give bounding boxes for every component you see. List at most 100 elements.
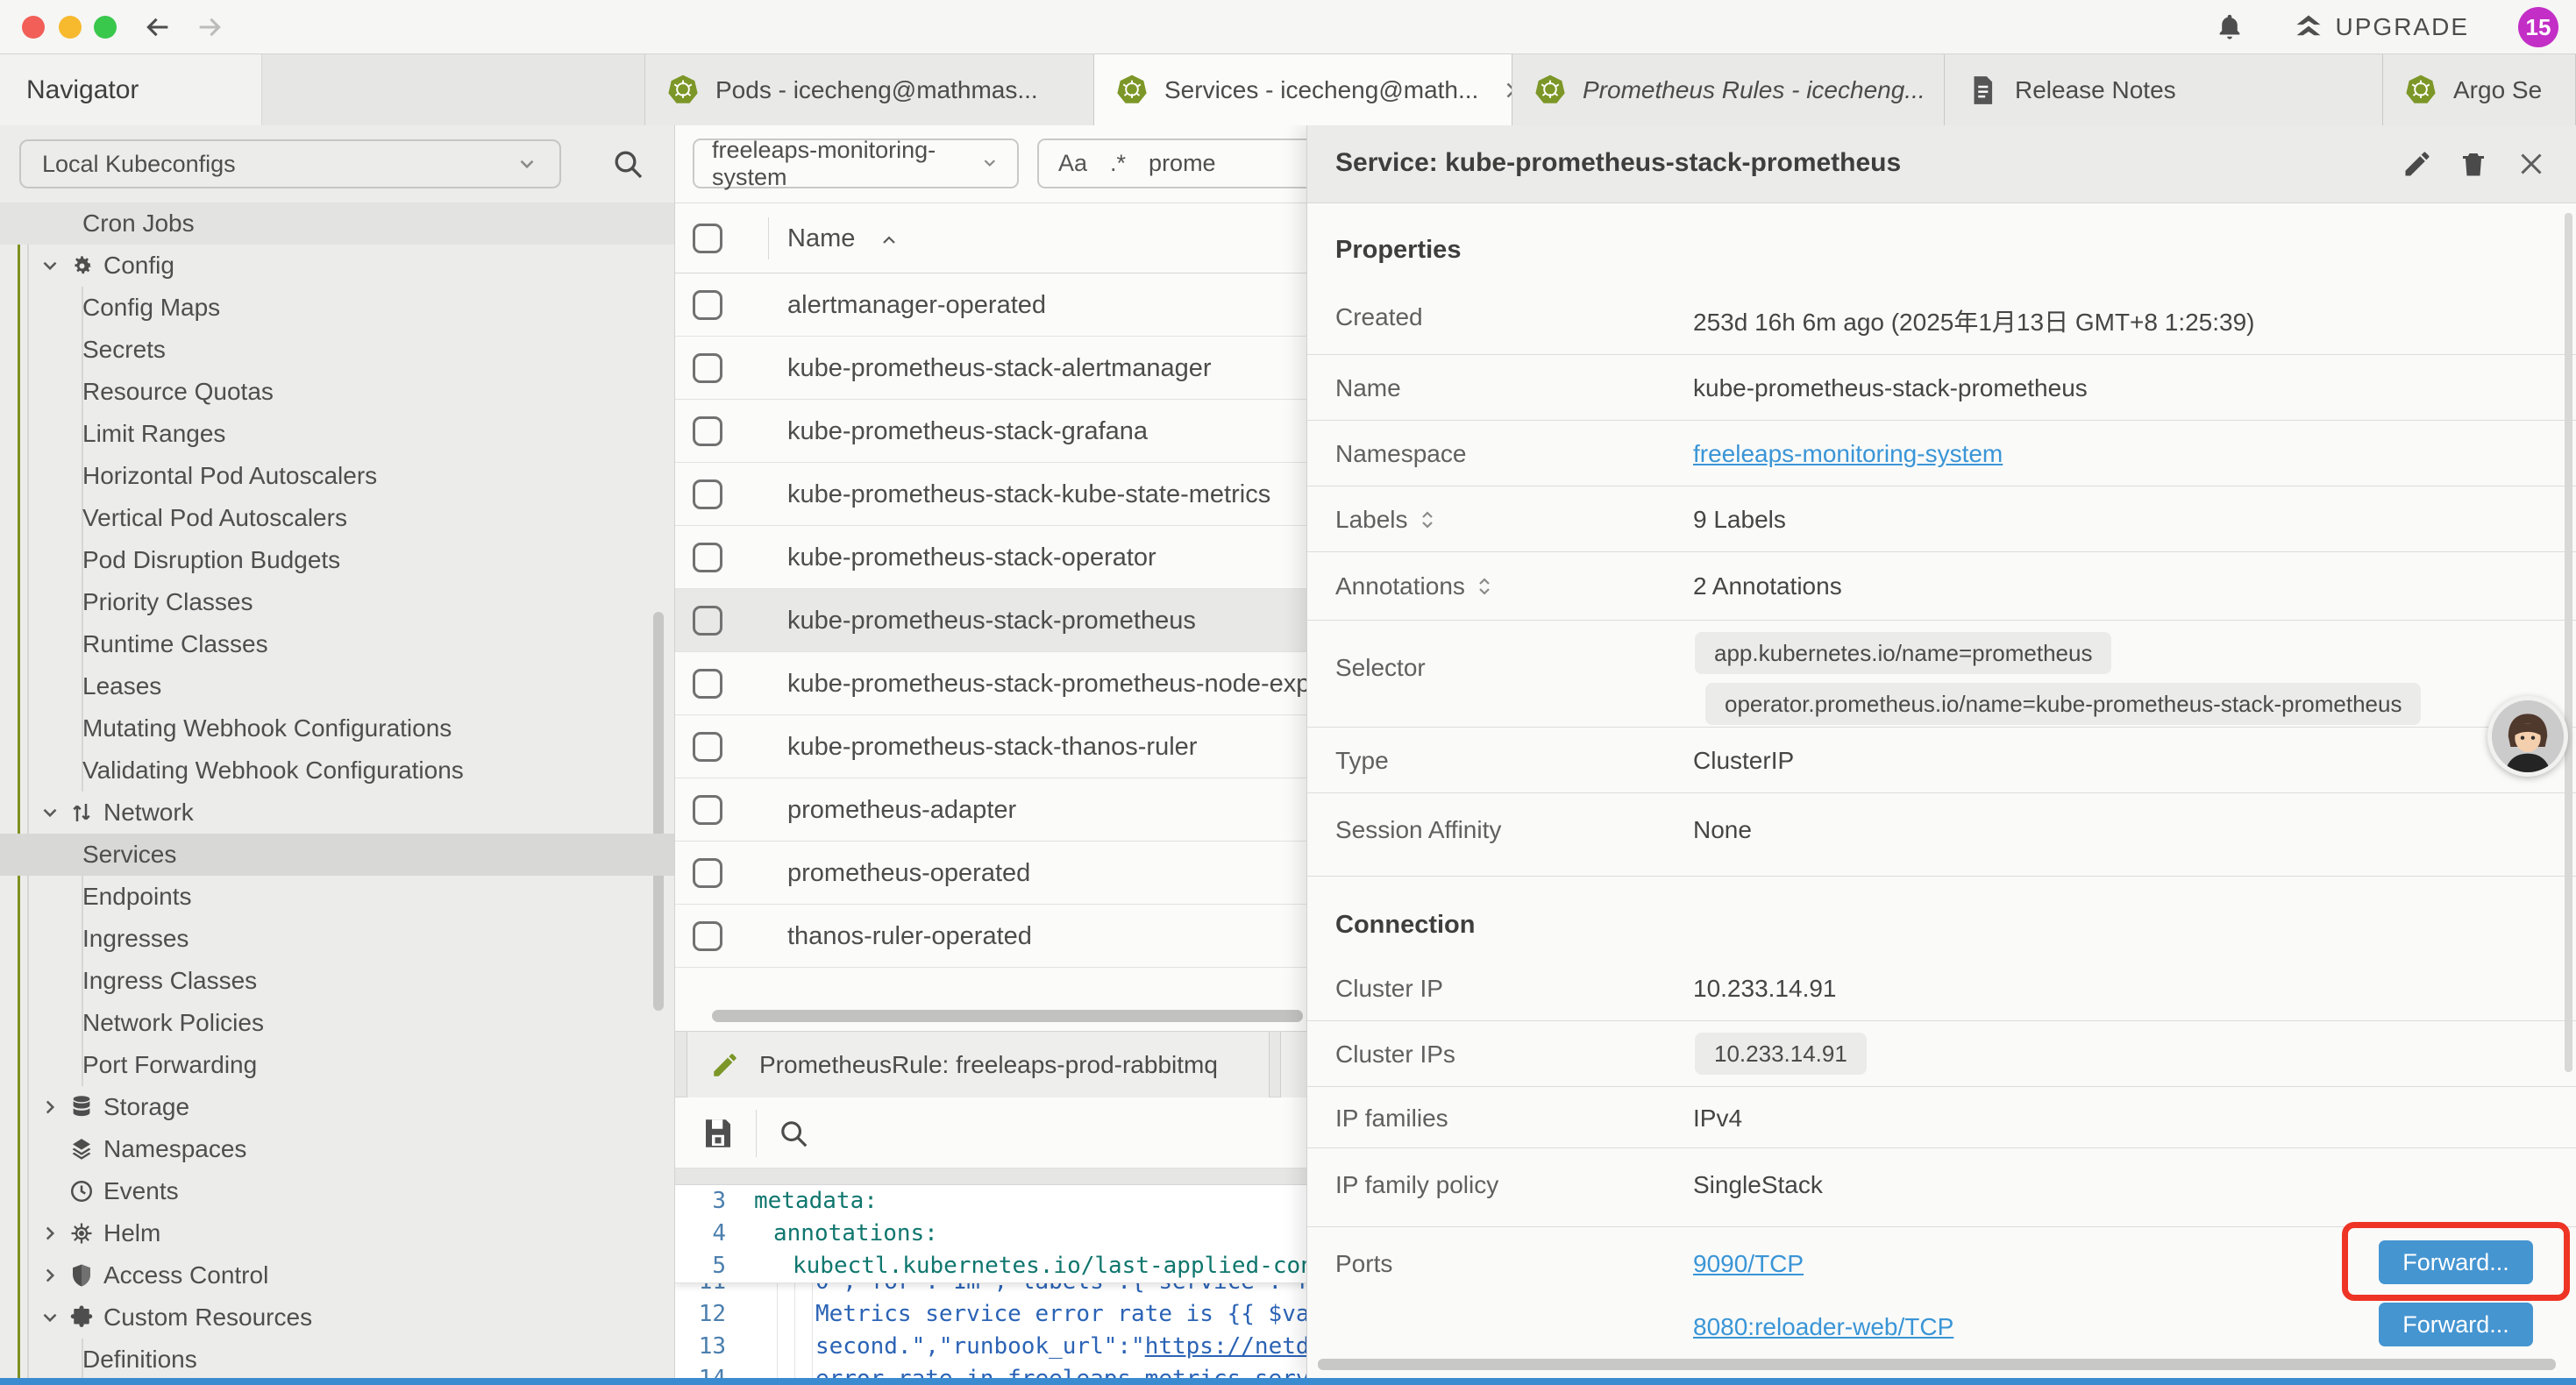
- forward-button-8080[interactable]: Forward...: [2379, 1303, 2533, 1346]
- chevron-down-icon[interactable]: [39, 254, 61, 277]
- sidebar-item-cron-jobs[interactable]: Cron Jobs: [0, 202, 675, 245]
- dock-tab-partial[interactable]: C: [1280, 1032, 1306, 1098]
- back-arrow-icon[interactable]: [143, 12, 173, 42]
- table-row-kube-prometheus-stack-alertmanager[interactable]: kube-prometheus-stack-alertmanager: [675, 337, 1306, 400]
- table-row-alertmanager-operated[interactable]: alertmanager-operated: [675, 273, 1306, 337]
- table-horizontal-scrollbar[interactable]: [712, 1010, 1303, 1022]
- sidebar-item-access-control[interactable]: Access Control: [0, 1254, 675, 1296]
- sidebar-item-custom-resources[interactable]: Custom Resources: [0, 1296, 675, 1339]
- sidebar-item-resource-quotas[interactable]: Resource Quotas: [0, 371, 675, 413]
- row-checkbox[interactable]: [693, 921, 722, 951]
- table-row-prometheus-operated[interactable]: prometheus-operated: [675, 842, 1306, 905]
- port-link-8080[interactable]: 8080:reloader-web/TCP: [1693, 1313, 1953, 1341]
- sidebar-item-mutating-webhook-configurations[interactable]: Mutating Webhook Configurations: [0, 707, 675, 749]
- close-icon[interactable]: [2516, 148, 2547, 180]
- chevron-right-icon[interactable]: [39, 1222, 61, 1245]
- regex-toggle[interactable]: .*: [1110, 150, 1126, 177]
- column-header-name[interactable]: Name: [787, 224, 855, 253]
- sort-icon[interactable]: [1474, 576, 1495, 597]
- search-input[interactable]: Aa .* prome: [1037, 138, 1306, 188]
- sidebar-item-priority-classes[interactable]: Priority Classes: [0, 581, 675, 623]
- editor-search-icon[interactable]: [777, 1117, 810, 1150]
- tab-services-icecheng-math[interactable]: Services - icecheng@math...: [1094, 54, 1512, 125]
- chevron-right-icon[interactable]: [39, 1264, 61, 1287]
- drawer-horizontal-scrollbar[interactable]: [1318, 1359, 2556, 1370]
- table-row-kube-prometheus-stack-thanos-ruler[interactable]: kube-prometheus-stack-thanos-ruler: [675, 715, 1306, 778]
- sort-ascending-icon[interactable]: [879, 230, 900, 251]
- sidebar-item-limit-ranges[interactable]: Limit Ranges: [0, 413, 675, 455]
- window-minimize-button[interactable]: [59, 16, 82, 39]
- namespace-select[interactable]: freeleaps-monitoring-system: [693, 138, 1019, 188]
- sidebar-item-namespaces[interactable]: Namespaces: [0, 1128, 675, 1170]
- drawer-vertical-scrollbar[interactable]: [2565, 213, 2572, 1072]
- row-checkbox[interactable]: [693, 290, 722, 320]
- sidebar-item-helm[interactable]: Helm: [0, 1212, 675, 1254]
- sidebar-item-ingress-classes[interactable]: Ingress Classes: [0, 960, 675, 1002]
- row-checkbox[interactable]: [693, 732, 722, 762]
- row-checkbox[interactable]: [693, 353, 722, 383]
- row-checkbox[interactable]: [693, 479, 722, 509]
- port-link-9090[interactable]: 9090/TCP: [1693, 1250, 1804, 1278]
- row-checkbox[interactable]: [693, 795, 722, 825]
- tab-argo-se[interactable]: Argo Se: [2383, 54, 2576, 125]
- table-row-kube-prometheus-stack-grafana[interactable]: kube-prometheus-stack-grafana: [675, 400, 1306, 463]
- delete-trash-icon[interactable]: [2458, 148, 2489, 180]
- namespace-link[interactable]: freeleaps-monitoring-system: [1693, 440, 2003, 468]
- upgrade-label[interactable]: UPGRADE: [2336, 13, 2469, 41]
- sidebar-item-validating-webhook-configurations[interactable]: Validating Webhook Configurations: [0, 749, 675, 792]
- sidebar-item-definitions[interactable]: Definitions: [0, 1339, 675, 1378]
- notifications-bell-icon[interactable]: [2215, 12, 2245, 42]
- table-row-kube-prometheus-stack-operator[interactable]: kube-prometheus-stack-operator: [675, 526, 1306, 589]
- table-row-kube-prometheus-stack-kube-state-metrics[interactable]: kube-prometheus-stack-kube-state-metrics: [675, 463, 1306, 526]
- save-icon[interactable]: [700, 1115, 737, 1152]
- row-checkbox[interactable]: [693, 858, 722, 888]
- notification-count-badge[interactable]: 15: [2518, 7, 2558, 47]
- chevron-down-icon[interactable]: [39, 1306, 61, 1329]
- forward-arrow-icon[interactable]: [195, 12, 224, 42]
- sidebar-item-pod-disruption-budgets[interactable]: Pod Disruption Budgets: [0, 539, 675, 581]
- chevron-down-icon[interactable]: [39, 801, 61, 824]
- window-close-button[interactable]: [22, 16, 45, 39]
- table-row-prometheus-adapter[interactable]: prometheus-adapter: [675, 778, 1306, 842]
- dock-tab-prometheusrule[interactable]: PrometheusRule: freeleaps-prod-rabbitmq: [687, 1032, 1270, 1098]
- sidebar-item-config-maps[interactable]: Config Maps: [0, 287, 675, 329]
- sidebar-item-config[interactable]: Config: [0, 245, 675, 287]
- table-row-thanos-ruler-operated[interactable]: thanos-ruler-operated: [675, 905, 1306, 968]
- sidebar-item-secrets[interactable]: Secrets: [0, 329, 675, 371]
- yaml-editor[interactable]: 110","for":"1m","labels":{"service":"fre…: [675, 1185, 1306, 1378]
- sidebar-item-events[interactable]: Events: [0, 1170, 675, 1212]
- search-icon[interactable]: [610, 146, 645, 181]
- tab-release-notes[interactable]: Release Notes: [1945, 54, 2383, 125]
- sidebar-item-runtime-classes[interactable]: Runtime Classes: [0, 623, 675, 665]
- match-case-toggle[interactable]: Aa: [1058, 150, 1087, 177]
- sidebar-item-endpoints[interactable]: Endpoints: [0, 876, 675, 918]
- sidebar-item-horizontal-pod-autoscalers[interactable]: Horizontal Pod Autoscalers: [0, 455, 675, 497]
- sidebar-item-port-forwarding[interactable]: Port Forwarding: [0, 1044, 675, 1086]
- service-name: kube-prometheus-stack-thanos-ruler: [787, 733, 1197, 762]
- window-zoom-button[interactable]: [94, 16, 117, 39]
- table-row-kube-prometheus-stack-prometheus-node-exporter[interactable]: kube-prometheus-stack-prometheus-node-ex…: [675, 652, 1306, 715]
- select-all-checkbox[interactable]: [693, 224, 722, 253]
- sidebar-item-ingresses[interactable]: Ingresses: [0, 918, 675, 960]
- row-checkbox[interactable]: [693, 543, 722, 572]
- tab-prometheus-rules-icecheng[interactable]: Prometheus Rules - icecheng...: [1512, 54, 1945, 125]
- edit-pencil-icon[interactable]: [2402, 148, 2433, 180]
- close-icon[interactable]: [1501, 77, 1512, 103]
- kubeconfig-select[interactable]: Local Kubeconfigs: [19, 139, 561, 188]
- sidebar-item-network-policies[interactable]: Network Policies: [0, 1002, 675, 1044]
- tab-pods-icecheng-mathmas[interactable]: Pods - icecheng@mathmas...: [645, 54, 1094, 125]
- sidebar-item-network[interactable]: Network: [0, 792, 675, 834]
- sidebar-item-storage[interactable]: Storage: [0, 1086, 675, 1128]
- sort-icon[interactable]: [1417, 509, 1438, 530]
- table-row-kube-prometheus-stack-prometheus[interactable]: kube-prometheus-stack-prometheus: [675, 589, 1306, 652]
- sidebar-item-vertical-pod-autoscalers[interactable]: Vertical Pod Autoscalers: [0, 497, 675, 539]
- code-link[interactable]: https://netdata: [1145, 1333, 1306, 1360]
- row-checkbox[interactable]: [693, 669, 722, 699]
- row-checkbox[interactable]: [693, 606, 722, 636]
- sidebar-item-services[interactable]: Services: [0, 834, 675, 876]
- chevron-right-icon[interactable]: [39, 1096, 61, 1119]
- avatar[interactable]: [2487, 696, 2568, 777]
- upgrade-icon[interactable]: [2294, 12, 2323, 42]
- row-checkbox[interactable]: [693, 416, 722, 446]
- sidebar-item-leases[interactable]: Leases: [0, 665, 675, 707]
